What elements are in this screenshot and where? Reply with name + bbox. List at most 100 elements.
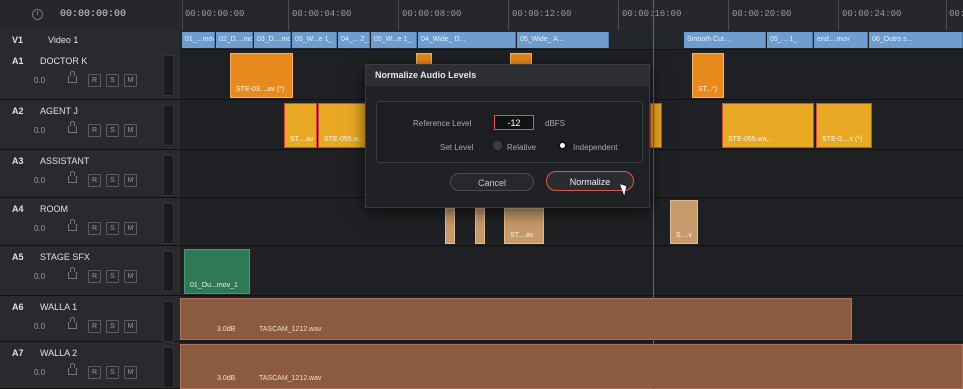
track-id: A3: [12, 156, 24, 166]
video-clip[interactable]: Smooth Cut...: [684, 32, 766, 48]
independent-label[interactable]: Independent: [573, 143, 618, 152]
track-lane-a5[interactable]: 01_Ou...mov_1: [180, 246, 963, 296]
track-volume: 0.0: [34, 176, 46, 185]
independent-radio[interactable]: [558, 141, 567, 150]
track-name: STAGE SFX: [40, 252, 90, 262]
record-button[interactable]: R: [88, 124, 101, 137]
audio-clip[interactable]: S....v: [670, 200, 698, 244]
video-clip[interactable]: 03_D....mov: [254, 32, 291, 48]
track-name: DOCTOR K: [40, 56, 88, 66]
mute-button[interactable]: M: [124, 124, 137, 137]
clip-label: STE-055.wa...: [728, 136, 773, 143]
mute-button[interactable]: M: [124, 174, 137, 187]
lock-icon[interactable]: [68, 267, 77, 279]
lock-icon[interactable]: [68, 121, 77, 133]
mute-button[interactable]: M: [124, 270, 137, 283]
clock-icon: [32, 9, 43, 20]
video-clip[interactable]: 05_Wide_ A...: [517, 32, 609, 48]
mute-button[interactable]: M: [124, 74, 137, 87]
clip-gain: 3.0dB: [217, 326, 236, 333]
solo-button[interactable]: S: [106, 366, 119, 379]
video-clip[interactable]: 05_... 1_: [767, 32, 813, 48]
relative-label[interactable]: Relative: [507, 143, 536, 152]
audio-clip[interactable]: [445, 208, 455, 244]
lock-icon[interactable]: [68, 171, 77, 183]
lock-icon[interactable]: [68, 71, 77, 83]
record-button[interactable]: R: [88, 222, 101, 235]
cancel-button[interactable]: Cancel: [450, 173, 534, 191]
audio-clip[interactable]: 3.0dB TASCAM_1212.wav: [180, 344, 963, 389]
audio-clip[interactable]: STE-055.w...: [318, 103, 366, 148]
video-clip[interactable]: 04_... 2_: [338, 32, 370, 48]
ruler-label: 00:00:24:00: [842, 9, 902, 19]
track-lane-a7[interactable]: 3.0dB TASCAM_1212.wav: [180, 342, 963, 389]
track-header-v1[interactable]: V1 Video 1: [0, 30, 180, 51]
video-clip[interactable]: 04_Wide_ D...: [418, 32, 516, 48]
record-button[interactable]: R: [88, 366, 101, 379]
mute-button[interactable]: M: [124, 366, 137, 379]
audio-clip[interactable]: ST....av: [504, 208, 544, 244]
audio-clip[interactable]: 01_Ou...mov_1: [184, 249, 250, 294]
video-clip[interactable]: 05_W...e 1_: [292, 32, 337, 48]
track-name: ROOM: [40, 204, 68, 214]
track-header-a5[interactable]: A5 STAGE SFX 0.0 R S M: [0, 246, 180, 296]
lock-icon[interactable]: [68, 219, 77, 231]
track-name: AGENT J: [40, 106, 78, 116]
track-header-a4[interactable]: A4 ROOM 0.0 R S M: [0, 198, 180, 246]
audio-clip[interactable]: STE-0....v (*): [816, 103, 872, 148]
mute-button[interactable]: M: [124, 320, 137, 333]
video-clip[interactable]: 05_W...e 1_: [371, 32, 417, 48]
track-volume: 0.0: [34, 272, 46, 281]
video-clip[interactable]: 02_D....mov: [216, 32, 253, 48]
record-button[interactable]: R: [88, 270, 101, 283]
lock-icon[interactable]: [68, 317, 77, 329]
audio-clip[interactable]: STE-055.wa...: [722, 103, 814, 148]
dialog-title: Normalize Audio Levels: [366, 65, 649, 86]
track-lane-a6[interactable]: 3.0dB TASCAM_1212.wav: [180, 296, 963, 342]
track-volume: 0.0: [34, 322, 46, 331]
solo-button[interactable]: S: [106, 270, 119, 283]
video-clip[interactable]: end....mov: [814, 32, 868, 48]
solo-button[interactable]: S: [106, 74, 119, 87]
track-header-a2[interactable]: A2 AGENT J 0.0 R S M: [0, 100, 180, 150]
time-ruler[interactable]: 00:00:00:00 00:00:04:00 00:00:08:00 00:0…: [180, 0, 963, 31]
relative-radio[interactable]: [493, 141, 502, 150]
solo-button[interactable]: S: [106, 222, 119, 235]
solo-button[interactable]: S: [106, 174, 119, 187]
video-clip[interactable]: 06_Outro s...: [869, 32, 963, 48]
audio-meter: [163, 251, 174, 292]
timecode-display: 00:00:00:00: [60, 9, 127, 20]
track-header-a1[interactable]: A1 DOCTOR K 0.0 R S M: [0, 50, 180, 100]
video-clip[interactable]: 01_...mov: [182, 32, 215, 48]
audio-clip[interactable]: [475, 208, 485, 244]
audio-clip[interactable]: [650, 103, 662, 148]
track-name: Video 1: [48, 35, 79, 45]
audio-clip[interactable]: 3.0dB TASCAM_1212.wav: [180, 298, 852, 340]
reference-level-label: Reference Level: [413, 119, 472, 128]
audio-meter: [163, 155, 174, 196]
clip-label: STE-0....v (*): [822, 136, 863, 143]
audio-clip[interactable]: ST...*): [692, 53, 724, 98]
audio-clip[interactable]: ST....av: [284, 103, 317, 148]
audio-meter: [163, 105, 174, 146]
solo-button[interactable]: S: [106, 320, 119, 333]
lock-icon[interactable]: [68, 363, 77, 375]
normalize-audio-dialog: Normalize Audio Levels Reference Level -…: [365, 64, 650, 208]
track-id: A5: [12, 252, 24, 262]
audio-meter: [163, 55, 174, 96]
audio-meter: [163, 203, 174, 244]
record-button[interactable]: R: [88, 174, 101, 187]
playhead[interactable]: [653, 0, 654, 389]
audio-clip[interactable]: STE-03....av (*): [230, 53, 293, 98]
solo-button[interactable]: S: [106, 124, 119, 137]
track-header-a6[interactable]: A6 WALLA 1 0.0 R S M: [0, 296, 180, 342]
track-header-a7[interactable]: A7 WALLA 2 0.0 R S M: [0, 342, 180, 389]
record-button[interactable]: R: [88, 320, 101, 333]
record-button[interactable]: R: [88, 74, 101, 87]
track-header-a3[interactable]: A3 ASSISTANT 0.0 R S M: [0, 150, 180, 198]
track-lane-v1[interactable]: 01_...mov 02_D....mov 03_D....mov 05_W..…: [180, 30, 963, 50]
dialog-settings-panel: Reference Level -12 dBFS Set Level Relat…: [376, 101, 643, 163]
reference-level-input[interactable]: -12: [494, 115, 534, 130]
mute-button[interactable]: M: [124, 222, 137, 235]
set-level-label: Set Level: [440, 143, 474, 152]
